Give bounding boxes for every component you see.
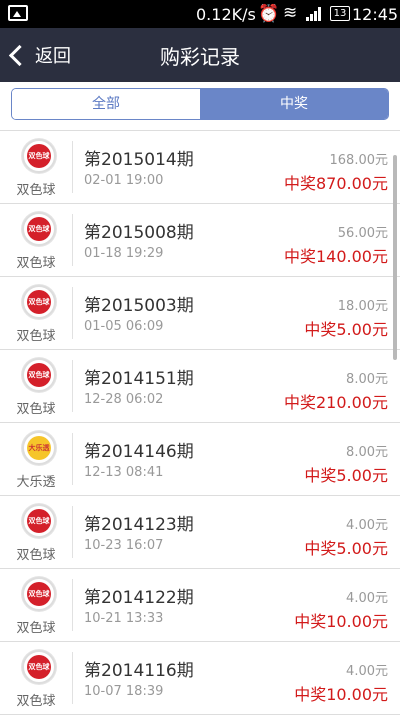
status-bar: 0.12K/s ⏰ ≋ 13 12:45	[0, 0, 400, 28]
battery-icon: 13	[330, 6, 350, 21]
issue-number: 第2015008期	[84, 223, 194, 243]
segmented-control: 全部 中奖	[11, 88, 389, 120]
lottery-logo: 大乐透	[22, 431, 56, 465]
lottery-logo: 双色球	[22, 358, 56, 392]
bet-amount: 8.00元	[346, 445, 388, 460]
record-row[interactable]: 双色球 双色球 第2014151期 12-28 06:02 8.00元 中奖21…	[0, 350, 400, 423]
lottery-name: 双色球	[16, 621, 56, 636]
purchase-date: 02-01 19:00	[84, 173, 164, 188]
lottery-name: 双色球	[16, 548, 56, 563]
bet-amount: 4.00元	[346, 664, 388, 679]
back-label: 返回	[35, 46, 71, 67]
record-row[interactable]: 双色球 双色球 第2015003期 01-05 06:09 18.00元 中奖5…	[0, 277, 400, 350]
issue-number: 第2014122期	[84, 588, 194, 608]
bet-amount: 4.00元	[346, 518, 388, 533]
purchase-date: 01-18 19:29	[84, 246, 164, 261]
lottery-logo: 双色球	[22, 212, 56, 246]
prize-amount: 中奖10.00元	[294, 685, 388, 704]
bet-amount: 168.00元	[329, 153, 389, 168]
prize-amount: 中奖5.00元	[304, 539, 388, 558]
divider	[72, 141, 73, 193]
issue-number: 第2015014期	[84, 150, 194, 170]
alarm-icon: ⏰	[258, 4, 280, 24]
bet-amount: 18.00元	[337, 299, 388, 314]
lottery-name: 双色球	[16, 183, 56, 198]
purchase-date: 10-07 18:39	[84, 684, 164, 699]
tab-all[interactable]: 全部	[12, 89, 200, 119]
bet-amount: 8.00元	[346, 372, 388, 387]
clock: 12:45	[352, 5, 399, 24]
record-row[interactable]: 双色球 双色球 第2014123期 10-23 16:07 4.00元 中奖5.…	[0, 496, 400, 569]
divider	[72, 287, 73, 339]
divider	[72, 433, 73, 485]
prize-amount: 中奖5.00元	[304, 320, 388, 339]
lottery-logo: 双色球	[22, 139, 56, 173]
network-speed: 0.12K/s	[196, 5, 256, 24]
header-bar: 返回 购彩记录	[0, 28, 400, 82]
bet-amount: 4.00元	[346, 591, 388, 606]
lottery-name: 双色球	[16, 694, 56, 709]
purchase-date: 01-05 06:09	[84, 319, 164, 334]
lottery-name: 双色球	[16, 256, 56, 271]
purchase-date: 10-23 16:07	[84, 538, 164, 553]
logo-text: 双色球	[27, 217, 51, 241]
bet-amount: 56.00元	[337, 226, 388, 241]
chevron-left-icon	[8, 44, 31, 67]
divider	[72, 652, 73, 704]
lottery-logo: 双色球	[22, 577, 56, 611]
prize-amount: 中奖210.00元	[284, 393, 388, 412]
divider	[72, 360, 73, 412]
purchase-date: 12-13 08:41	[84, 465, 164, 480]
prize-amount: 中奖10.00元	[294, 612, 388, 631]
issue-number: 第2014123期	[84, 515, 194, 535]
image-notification-icon	[8, 5, 28, 21]
lottery-logo: 双色球	[22, 650, 56, 684]
logo-text: 双色球	[27, 509, 51, 533]
issue-number: 第2014116期	[84, 661, 194, 681]
back-button[interactable]: 返回	[8, 42, 71, 68]
logo-text: 双色球	[27, 655, 51, 679]
logo-text: 双色球	[27, 290, 51, 314]
wifi-icon: ≋	[283, 3, 298, 23]
lottery-name: 双色球	[16, 402, 56, 417]
record-row[interactable]: 大乐透 大乐透 第2014146期 12-13 08:41 8.00元 中奖5.…	[0, 423, 400, 496]
filter-bar: 全部 中奖	[0, 82, 400, 131]
purchase-date: 10-21 13:33	[84, 611, 164, 626]
record-row[interactable]: 双色球 双色球 第2014116期 10-07 18:39 4.00元 中奖10…	[0, 642, 400, 715]
logo-text: 大乐透	[27, 436, 51, 460]
lottery-name: 大乐透	[16, 475, 56, 490]
issue-number: 第2014146期	[84, 442, 194, 462]
divider	[72, 506, 73, 558]
divider	[72, 579, 73, 631]
lottery-logo: 双色球	[22, 285, 56, 319]
logo-text: 双色球	[27, 363, 51, 387]
record-row[interactable]: 双色球 双色球 第2015014期 02-01 19:00 168.00元 中奖…	[0, 131, 400, 204]
tab-winning[interactable]: 中奖	[200, 89, 388, 119]
issue-number: 第2015003期	[84, 296, 194, 316]
signal-icon	[306, 7, 322, 21]
logo-text: 双色球	[27, 582, 51, 606]
prize-amount: 中奖870.00元	[284, 174, 388, 193]
logo-text: 双色球	[27, 144, 51, 168]
scrollbar[interactable]	[393, 155, 397, 360]
lottery-logo: 双色球	[22, 504, 56, 538]
purchase-date: 12-28 06:02	[84, 392, 164, 407]
prize-amount: 中奖140.00元	[284, 247, 388, 266]
record-row[interactable]: 双色球 双色球 第2014122期 10-21 13:33 4.00元 中奖10…	[0, 569, 400, 642]
lottery-name: 双色球	[16, 329, 56, 344]
issue-number: 第2014151期	[84, 369, 194, 389]
divider	[72, 214, 73, 266]
prize-amount: 中奖5.00元	[304, 466, 388, 485]
record-list: 双色球 双色球 第2015014期 02-01 19:00 168.00元 中奖…	[0, 131, 400, 715]
record-row[interactable]: 双色球 双色球 第2015008期 01-18 19:29 56.00元 中奖1…	[0, 204, 400, 277]
